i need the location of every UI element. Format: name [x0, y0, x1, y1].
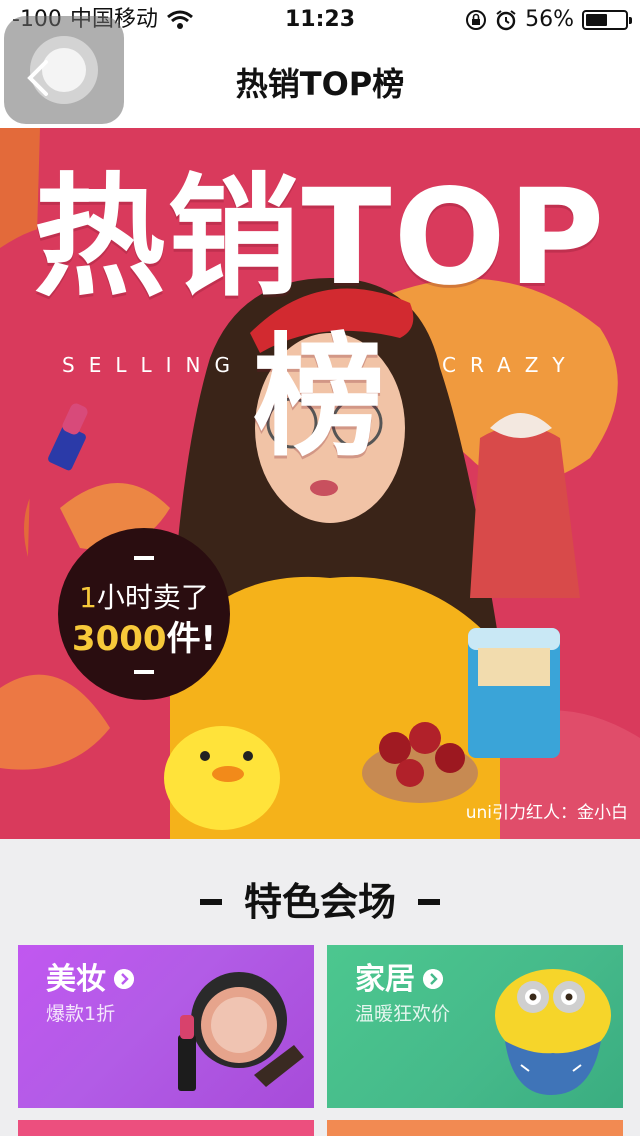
banner-title: 热销TOP榜: [33, 161, 607, 475]
section-title: 特色会场: [243, 880, 396, 924]
badge-line-2: 3000件!: [58, 620, 230, 658]
battery-tip: [629, 17, 632, 24]
card-title-makeup: 美妆: [46, 962, 106, 997]
chevron-right-icon: [114, 969, 134, 989]
minion-pillow-image: [495, 969, 611, 1095]
sales-badge: 1小时卖了 3000件!: [58, 528, 230, 700]
card-subtitle-home: 温暖狂欢价: [355, 1003, 451, 1025]
back-chevron-icon[interactable]: [24, 58, 52, 98]
alarm-icon: [496, 10, 516, 31]
card-title-home: 家居: [355, 962, 415, 997]
banner-subtitle-left: SELLING: [62, 353, 244, 377]
status-right: 56%: [465, 6, 632, 34]
card-subtitle-makeup: 爆款1折: [46, 1003, 116, 1025]
section-header: 特色会场: [0, 872, 640, 932]
badge-count-number: 3000: [71, 619, 167, 659]
assistive-touch-button[interactable]: [4, 16, 124, 124]
battery-percent: 56%: [525, 7, 574, 32]
badge-hour-text: 小时卖了: [96, 581, 209, 614]
badge-dash-bottom: [134, 670, 154, 674]
section-dash-right: [418, 899, 440, 905]
badge-count-text: 件!: [166, 619, 217, 659]
chevron-right-icon: [423, 969, 443, 989]
section-dash-left: [199, 899, 222, 905]
orientation-lock-icon: [466, 10, 487, 30]
snack-tin-image: [468, 628, 560, 758]
chick-toy-image: [164, 726, 280, 830]
banner-subtitle-right: CRAZY: [442, 353, 579, 377]
banner-credit: uni引力红人：金小白: [465, 803, 628, 823]
battery-icon: [582, 10, 632, 30]
badge-dash-top: [134, 556, 154, 560]
hero-banner[interactable]: 热销TOP榜 SELLING CRAZY 1小时卖了 3000件! uni引力红…: [0, 128, 640, 839]
cosmetics-image: [178, 972, 304, 1091]
badge-line-1: 1小时卖了: [58, 582, 230, 614]
venue-card-makeup[interactable]: 美妆 爆款1折: [18, 945, 314, 1108]
badge-hour-number: 1: [79, 581, 97, 614]
battery-level: [586, 14, 607, 26]
venue-card-partial-left[interactable]: [18, 1120, 314, 1136]
venue-card-home[interactable]: 家居 温暖狂欢价: [327, 945, 623, 1108]
venue-card-partial-right[interactable]: [327, 1120, 623, 1136]
